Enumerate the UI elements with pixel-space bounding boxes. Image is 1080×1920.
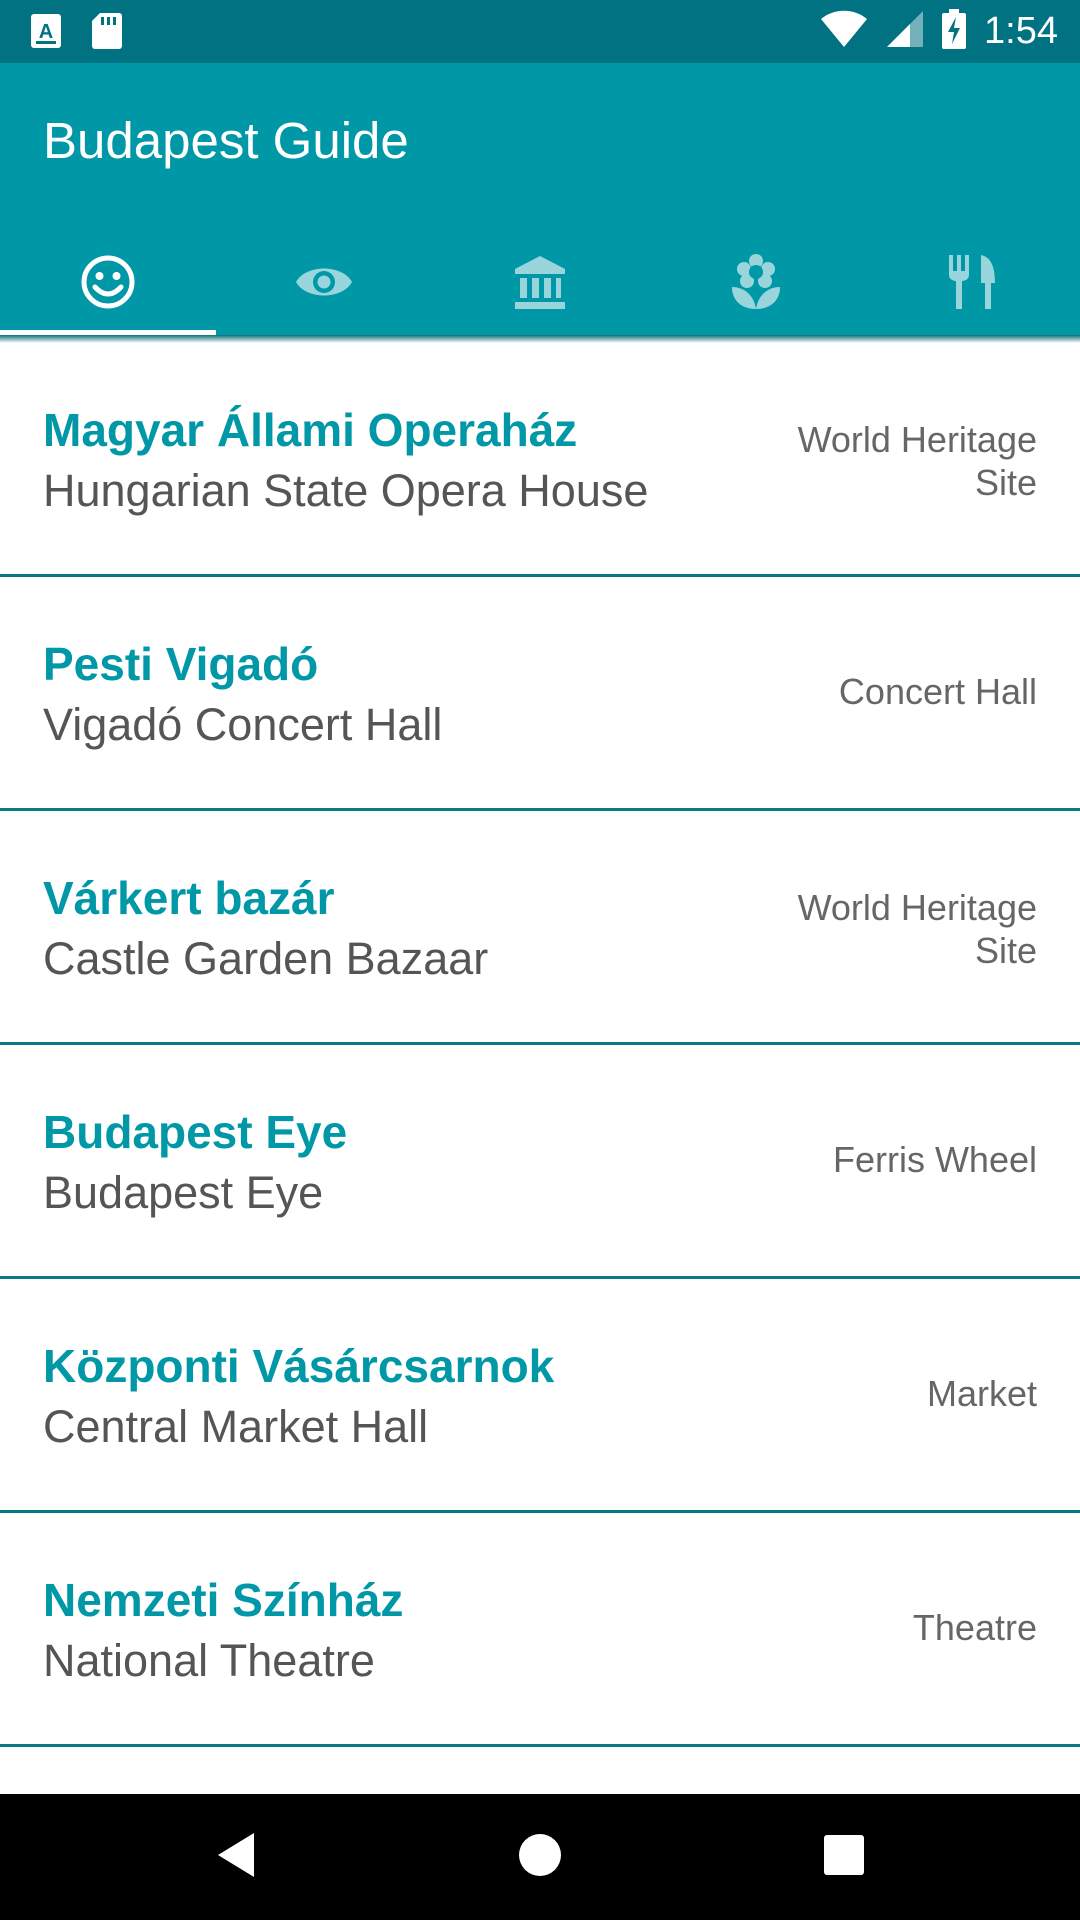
sd-card-icon bbox=[92, 12, 122, 55]
app-title: Budapest Guide bbox=[43, 112, 409, 169]
status-bar: A 1:54 bbox=[0, 0, 1080, 63]
place-translation: Vigadó Concert Hall bbox=[43, 699, 443, 750]
svg-text:A: A bbox=[39, 21, 53, 43]
smiley-icon bbox=[80, 254, 136, 315]
signal-icon bbox=[886, 10, 924, 53]
list-item[interactable]: Nemzeti Színház National Theatre Theatre bbox=[0, 1513, 1080, 1747]
list-item[interactable]: Központi Vásárcsarnok Central Market Hal… bbox=[0, 1279, 1080, 1513]
keyboard-a-icon: A bbox=[30, 13, 62, 54]
place-translation: Budapest Eye bbox=[43, 1167, 324, 1218]
place-translation: Castle Garden Bazaar bbox=[43, 933, 489, 984]
place-translation: Hungarian State Opera House bbox=[43, 465, 649, 516]
restaurant-icon bbox=[947, 253, 997, 316]
place-name: Központi Vásárcsarnok bbox=[43, 1340, 555, 1392]
place-translation: Central Market Hall bbox=[43, 1401, 429, 1452]
wifi-icon bbox=[820, 10, 868, 53]
app-bar: Budapest Guide bbox=[0, 63, 1080, 335]
tab-bar bbox=[0, 233, 1080, 335]
place-category: Market bbox=[926, 1373, 1037, 1414]
status-time: 1:54 bbox=[984, 10, 1058, 52]
place-category: World Heritage Site bbox=[797, 419, 1037, 503]
museum-icon bbox=[513, 254, 567, 315]
place-category: Theatre bbox=[912, 1607, 1037, 1648]
place-name: Pesti Vigadó bbox=[43, 638, 319, 690]
eye-icon bbox=[294, 261, 354, 308]
back-icon bbox=[214, 1831, 258, 1884]
place-category: Concert Hall bbox=[838, 671, 1037, 712]
battery-charging-icon bbox=[942, 8, 967, 54]
place-category: World Heritage Site bbox=[797, 887, 1037, 971]
recents-icon bbox=[823, 1834, 865, 1881]
system-nav-bar bbox=[0, 1794, 1080, 1920]
list-item[interactable]: Budapest Eye Budapest Eye Ferris Wheel bbox=[0, 1045, 1080, 1279]
tab-museums[interactable] bbox=[432, 233, 648, 335]
list-item[interactable]: Pesti Vigadó Vigadó Concert Hall Concert… bbox=[0, 577, 1080, 811]
place-category: Ferris Wheel bbox=[832, 1139, 1037, 1180]
status-left-icons: A bbox=[30, 12, 122, 55]
tab-bar-shadow bbox=[0, 335, 1080, 343]
place-name: Magyar Állami Operaház bbox=[43, 404, 578, 456]
place-name: Budapest Eye bbox=[43, 1106, 348, 1158]
back-button[interactable] bbox=[201, 1822, 271, 1892]
list-item[interactable]: Várkert bazár Castle Garden Bazaar World… bbox=[0, 811, 1080, 1045]
tab-fun[interactable] bbox=[0, 233, 216, 335]
list-item[interactable]: Magyar Állami Operaház Hungarian State O… bbox=[0, 343, 1080, 577]
home-button[interactable] bbox=[505, 1822, 575, 1892]
tab-restaurants[interactable] bbox=[864, 233, 1080, 335]
place-name: Nemzeti Színház bbox=[43, 1574, 404, 1626]
tab-sights[interactable] bbox=[216, 233, 432, 335]
places-list: Magyar Állami Operaház Hungarian State O… bbox=[0, 343, 1080, 1747]
flower-icon bbox=[730, 253, 782, 316]
place-name: Várkert bazár bbox=[43, 872, 335, 924]
home-icon bbox=[517, 1832, 563, 1883]
status-right-icons: 1:54 bbox=[820, 8, 1058, 54]
recents-button[interactable] bbox=[809, 1822, 879, 1892]
tab-parks[interactable] bbox=[648, 233, 864, 335]
place-translation: National Theatre bbox=[43, 1635, 375, 1686]
